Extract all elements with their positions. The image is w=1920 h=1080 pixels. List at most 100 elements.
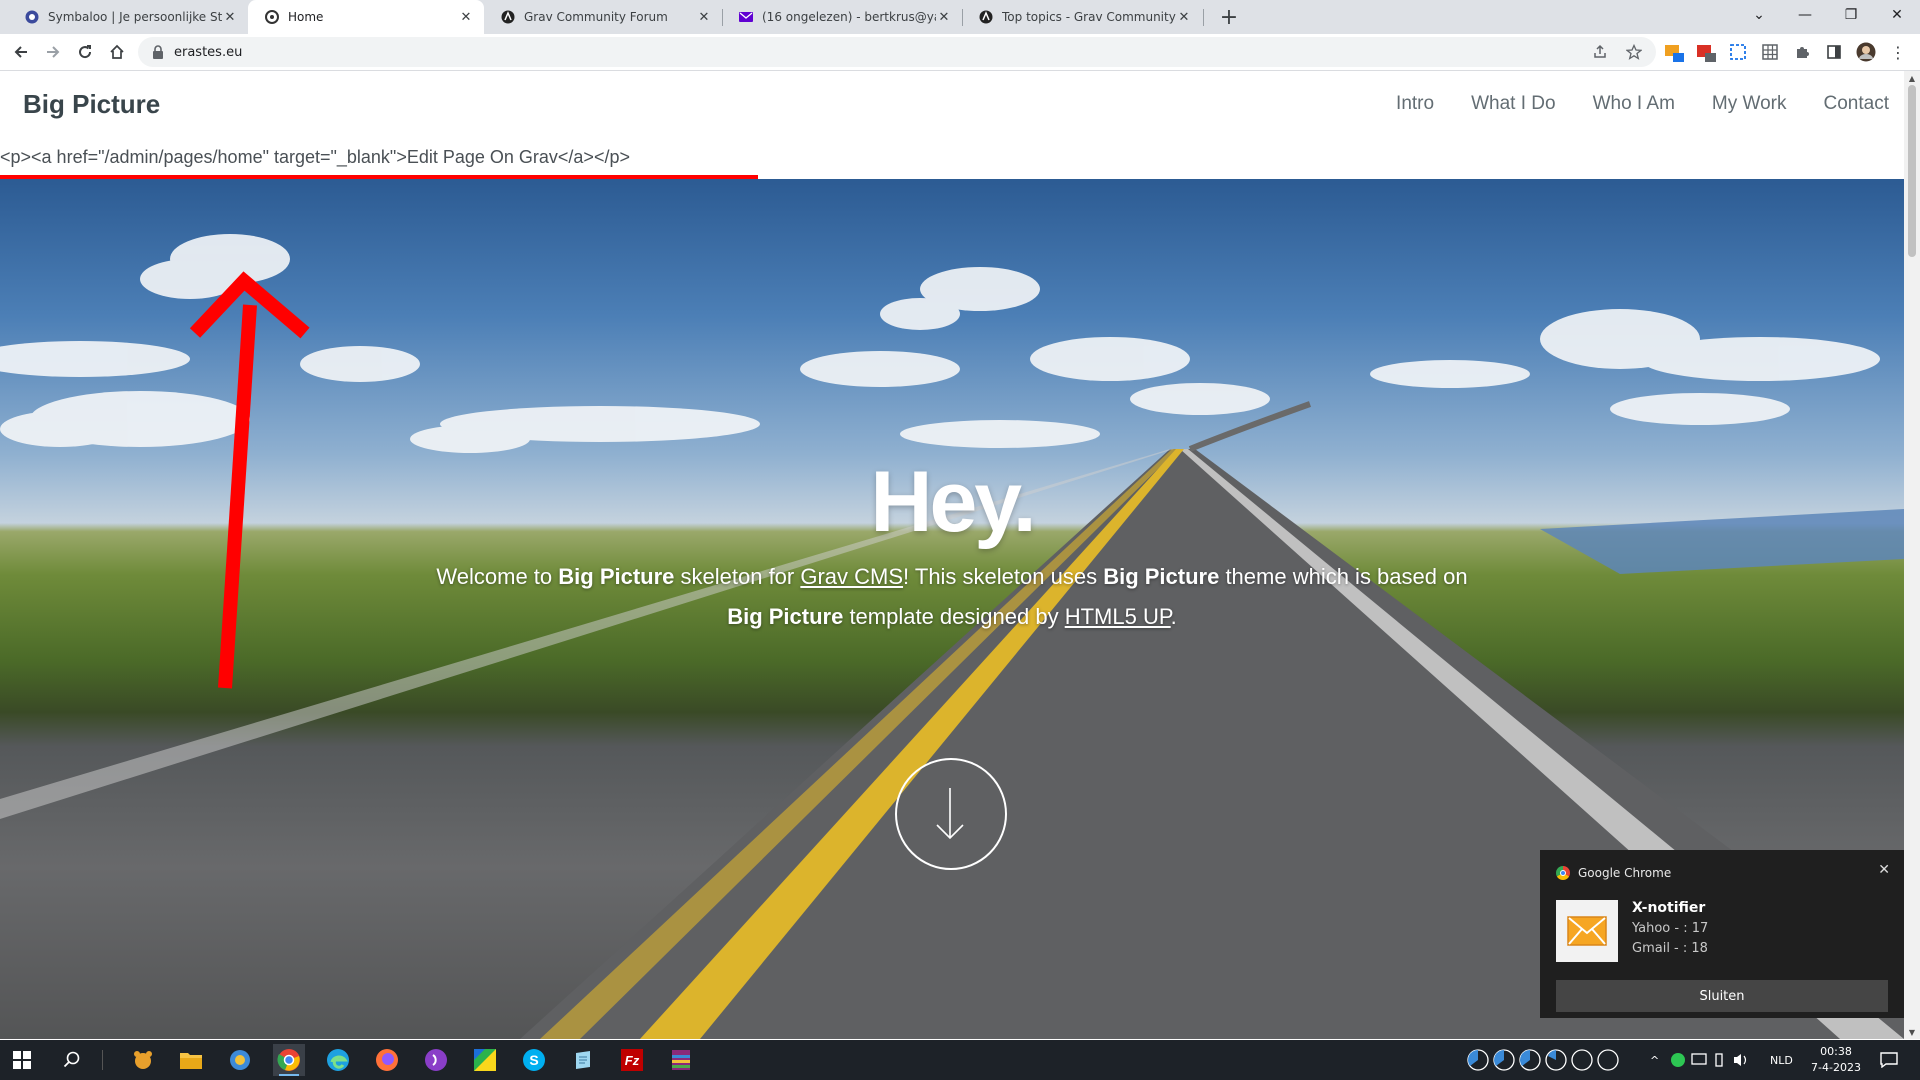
yahoo-mail-icon	[738, 9, 754, 25]
x-notifier-icon	[1556, 900, 1618, 962]
address-bar[interactable]: erastes.eu	[138, 37, 1656, 67]
close-icon[interactable]: ✕	[1878, 862, 1890, 878]
close-tab-icon[interactable]: ✕	[936, 9, 952, 25]
security-check-icon	[1671, 1053, 1685, 1067]
hero-text-part: skeleton for	[674, 564, 801, 589]
hero-description: Welcome to Big Picture skeleton for Grav…	[432, 557, 1472, 637]
tray-status-icons	[1670, 1040, 1756, 1080]
tab-yahoo-mail[interactable]: (16 ongelezen) - bertkrus@yahoo ✕	[722, 0, 962, 34]
svg-text:Fz: Fz	[625, 1053, 640, 1068]
taskbar-clock[interactable]: 00:38 7-4-2023	[1800, 1044, 1872, 1076]
hero-text-part: theme which is based on	[1219, 564, 1468, 589]
network-icon	[1691, 1053, 1707, 1065]
reload-button[interactable]	[71, 38, 99, 66]
skype-icon[interactable]: S	[518, 1044, 550, 1076]
battery-icon	[1715, 1053, 1723, 1067]
close-tab-icon[interactable]: ✕	[458, 9, 474, 25]
clock-date: 7-4-2023	[1811, 1061, 1861, 1074]
chrome-taskbar-icon[interactable]	[273, 1044, 305, 1076]
scrollbar-thumb[interactable]	[1908, 85, 1916, 257]
nav-who-i-am[interactable]: Who I Am	[1593, 93, 1675, 115]
new-tab-button[interactable]: +	[1216, 4, 1242, 30]
forward-button[interactable]	[39, 38, 67, 66]
hero-text-part: template designed by	[843, 604, 1065, 629]
symbaloo-icon	[24, 9, 40, 25]
close-tab-icon[interactable]: ✕	[1176, 9, 1192, 25]
nav-contact[interactable]: Contact	[1824, 93, 1889, 115]
svg-text:S: S	[529, 1052, 538, 1068]
tab-top-topics[interactable]: Top topics - Grav Community For ✕	[962, 0, 1202, 34]
screenshot-extension-icon[interactable]	[1728, 42, 1748, 62]
tab-title: Home	[288, 10, 324, 24]
scroll-down-button[interactable]	[895, 758, 1007, 870]
windows-start-icon[interactable]	[6, 1044, 38, 1076]
grav-cms-link[interactable]: Grav CMS	[800, 564, 903, 589]
bear-app-icon[interactable]	[127, 1044, 159, 1076]
site-header: Big Picture Intro What I Do Who I Am My …	[0, 71, 1904, 141]
close-notification-button[interactable]: Sluiten	[1556, 980, 1888, 1012]
notification-line-gmail: Gmail - : 18	[1632, 941, 1708, 956]
minimize-button[interactable]: —	[1782, 0, 1828, 30]
url-text: erastes.eu	[174, 44, 243, 60]
restore-button[interactable]: ❐	[1828, 0, 1874, 30]
tab-title: Symbaloo | Je persoonlijke Startp	[48, 10, 222, 24]
grav-icon	[264, 9, 280, 25]
tab-search-icon[interactable]: ⌄	[1736, 0, 1782, 30]
tray-chevron-up-icon[interactable]: ^	[1650, 1040, 1659, 1080]
browser-toolbar: erastes.eu ⋮	[0, 34, 1920, 71]
hero-text-bold: Big Picture	[1103, 564, 1220, 589]
extensions-puzzle-icon[interactable]	[1792, 42, 1812, 62]
hero-text-bold: Big Picture	[727, 604, 844, 629]
gmail-notifier-extension-icon[interactable]	[1696, 42, 1716, 62]
tab-title: Top topics - Grav Community For	[1002, 10, 1176, 24]
podcast-app-icon[interactable]	[420, 1044, 452, 1076]
tab-title: (16 ongelezen) - bertkrus@yahoo	[762, 10, 936, 24]
arrow-down-icon	[936, 788, 964, 840]
bookmark-star-icon[interactable]	[1624, 42, 1644, 62]
input-language-indicator[interactable]: NLD	[1770, 1040, 1793, 1080]
search-icon[interactable]	[56, 1044, 88, 1076]
tab-strip: Symbaloo | Je persoonlijke Startp ✕ Home…	[0, 0, 1920, 34]
site-logo[interactable]: Big Picture	[23, 89, 160, 120]
notepad-icon[interactable]	[567, 1044, 599, 1076]
x-notifier-extension-icon[interactable]	[1664, 42, 1684, 62]
chrome-menu-icon[interactable]: ⋮	[1888, 42, 1908, 62]
html5-up-link[interactable]: HTML5 UP	[1065, 604, 1171, 629]
file-explorer-icon[interactable]	[175, 1044, 207, 1076]
grid-extension-icon[interactable]	[1760, 42, 1780, 62]
action-center-icon[interactable]	[1880, 1040, 1898, 1080]
hero-text-part: ! This skeleton uses	[903, 564, 1104, 589]
winrar-icon[interactable]	[665, 1044, 697, 1076]
close-tab-icon[interactable]: ✕	[696, 9, 712, 25]
tray-cpu-meters-icon[interactable]	[1466, 1048, 1626, 1072]
globe-app-icon[interactable]	[224, 1044, 256, 1076]
hero-text-part: .	[1170, 604, 1177, 629]
firefox-icon[interactable]	[371, 1044, 403, 1076]
tab-grav-forum[interactable]: Grav Community Forum ✕	[484, 0, 722, 34]
notification-line-yahoo: Yahoo - : 17	[1632, 921, 1709, 936]
profile-avatar[interactable]	[1856, 42, 1876, 62]
forward-arrow-icon	[47, 46, 60, 58]
close-window-button[interactable]: ✕	[1874, 0, 1920, 30]
tab-symbaloo[interactable]: Symbaloo | Je persoonlijke Startp ✕	[8, 0, 248, 34]
nav-intro[interactable]: Intro	[1396, 93, 1434, 115]
edge-icon[interactable]	[322, 1044, 354, 1076]
scroll-up-arrow[interactable]: ▲	[1904, 71, 1920, 85]
volume-icon	[1734, 1054, 1741, 1066]
home-icon	[110, 44, 124, 59]
nav-my-work[interactable]: My Work	[1712, 93, 1787, 115]
nav-what-i-do[interactable]: What I Do	[1471, 93, 1555, 115]
color-app-icon[interactable]	[469, 1044, 501, 1076]
scroll-down-arrow[interactable]: ▼	[1904, 1025, 1920, 1039]
close-tab-icon[interactable]: ✕	[222, 9, 238, 25]
home-button[interactable]	[103, 38, 131, 66]
page-scrollbar[interactable]: ▲ ▼	[1904, 71, 1920, 1039]
filezilla-icon[interactable]: Fz	[616, 1044, 648, 1076]
share-icon[interactable]	[1590, 42, 1610, 62]
clock-time: 00:38	[1820, 1045, 1852, 1058]
side-panel-icon[interactable]	[1824, 42, 1844, 62]
back-button[interactable]	[7, 38, 35, 66]
tab-home[interactable]: Home ✕	[248, 0, 484, 34]
windows-taskbar: S Fz ^ NLD 00:38 7-4-2023	[0, 1040, 1920, 1080]
chrome-icon	[1556, 866, 1570, 880]
